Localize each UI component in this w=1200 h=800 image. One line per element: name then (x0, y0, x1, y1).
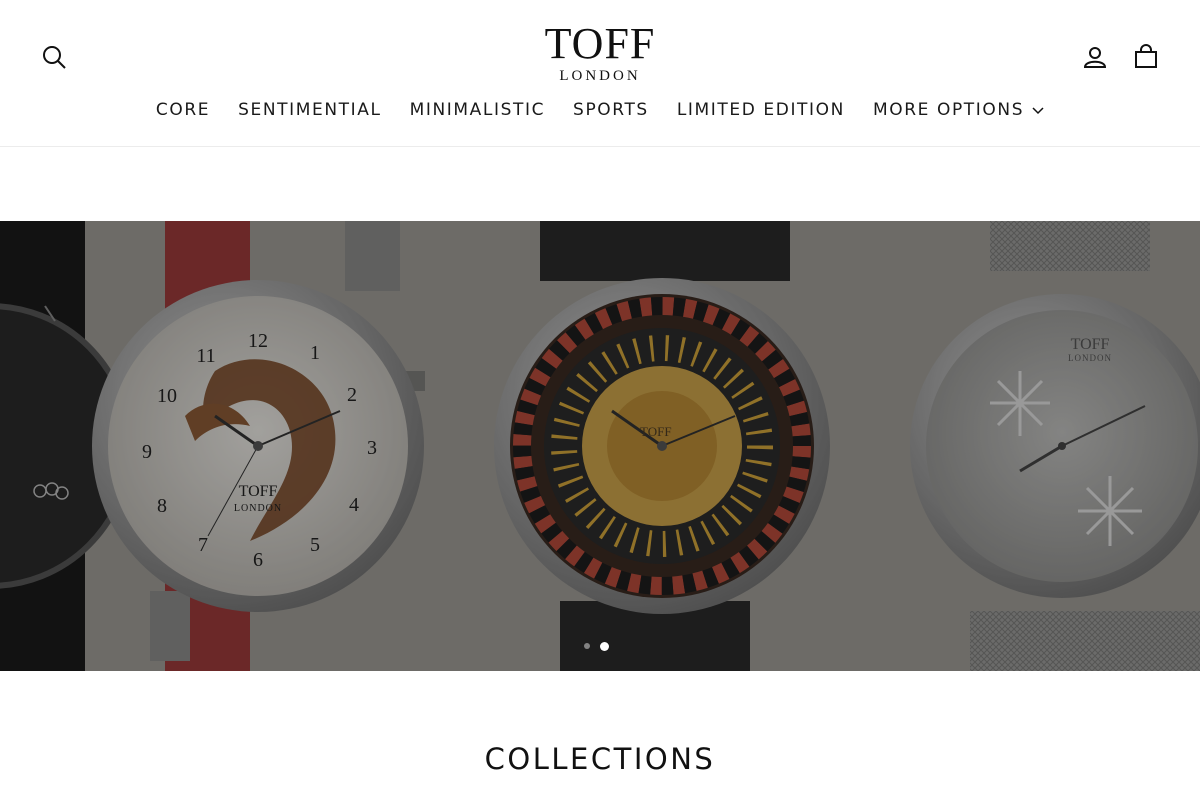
logo-wordmark: TOFF (544, 19, 656, 68)
nav-item-minimalistic[interactable]: MINIMALISTIC (410, 100, 545, 120)
hero-image: 12 1 2 3 4 5 6 7 8 9 10 11 TOFF LONDON TOFF TO… (0, 221, 1200, 671)
svg-text:4: 4 (349, 494, 359, 516)
site-header: TOFF LONDON CORE SENTIMENTIAL MINIMALIST… (0, 0, 1200, 147)
main-navigation: CORE SENTIMENTIAL MINIMALISTIC SPORTS LI… (0, 96, 1200, 124)
snowflake-watch-brand-sub: LONDON (1068, 353, 1112, 363)
nav-item-label: CORE (155, 100, 211, 120)
nav-item-sentimential[interactable]: SENTIMENTIAL (238, 100, 381, 120)
nav-item-label: MINIMALISTIC (409, 100, 546, 120)
svg-text:1: 1 (310, 342, 320, 364)
chevron-down-icon (1032, 100, 1044, 120)
dragon-watch-brand: TOFF (239, 483, 278, 500)
nav-item-more-options[interactable]: MORE OPTIONS (873, 100, 1044, 120)
nav-item-label: MORE OPTIONS (872, 100, 1025, 120)
search-button[interactable] (40, 43, 68, 71)
svg-text:6: 6 (253, 549, 263, 571)
cart-button[interactable] (1132, 43, 1160, 71)
svg-text:2: 2 (347, 384, 357, 406)
svg-text:11: 11 (196, 345, 215, 367)
dragon-watch-brand-sub: LONDON (234, 503, 282, 514)
roulette-watch-brand: TOFF (640, 424, 672, 439)
nav-item-limited-edition[interactable]: LIMITED EDITION (677, 100, 845, 120)
nav-item-label: LIMITED EDITION (676, 100, 845, 120)
svg-text:5: 5 (310, 534, 320, 556)
svg-text:9: 9 (142, 441, 152, 463)
slide-dot-1[interactable] (584, 643, 590, 649)
hero-slideshow[interactable]: 12 1 2 3 4 5 6 7 8 9 10 11 TOFF LONDON TOFF … (0, 221, 1200, 671)
nav-item-sports[interactable]: SPORTS (573, 100, 649, 120)
logo[interactable]: TOFF LONDON (500, 19, 700, 85)
logo-subtitle: LONDON (559, 68, 641, 84)
svg-text:8: 8 (157, 495, 167, 517)
slide-dot-2-active[interactable] (600, 641, 609, 651)
snowflake-watch-brand: TOFF (1071, 336, 1110, 353)
nav-item-label: SENTIMENTIAL (238, 100, 382, 120)
collections-heading: COLLECTIONS (484, 742, 716, 776)
nav-item-label: SPORTS (573, 100, 649, 120)
svg-text:3: 3 (367, 437, 377, 459)
nav-item-core[interactable]: CORE (156, 100, 210, 120)
svg-text:10: 10 (157, 385, 177, 407)
user-icon (1083, 47, 1107, 68)
search-icon (43, 46, 66, 69)
svg-text:7: 7 (198, 534, 208, 556)
account-button[interactable] (1081, 43, 1109, 71)
slideshow-dots (584, 640, 609, 652)
shopping-bag-icon (1135, 44, 1157, 68)
svg-text:12: 12 (248, 330, 268, 352)
